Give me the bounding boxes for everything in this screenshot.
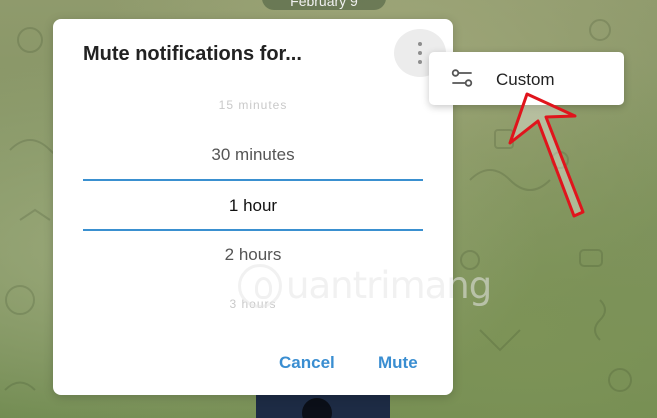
picker-option[interactable]: 15 minutes (83, 98, 423, 112)
watermark-text: uantrimang (286, 264, 492, 307)
selection-line-top (83, 179, 423, 181)
vertical-ellipsis-icon (418, 51, 422, 55)
menu-item-custom[interactable]: Custom (429, 52, 624, 105)
chat-date-pill: February 9 (262, 0, 386, 10)
watermark-logo-icon (238, 263, 282, 308)
mute-button[interactable]: Mute (378, 353, 418, 373)
chat-media-thumbnail[interactable] (256, 394, 390, 418)
menu-item-label: Custom (496, 70, 555, 89)
picker-option[interactable]: 30 minutes (83, 145, 423, 165)
mute-dialog: Mute notifications for... 15 minutes 30 … (53, 19, 453, 395)
picker-option-selected[interactable]: 1 hour (83, 196, 423, 216)
dialog-title: Mute notifications for... (83, 43, 302, 65)
vertical-ellipsis-icon (418, 42, 422, 46)
watermark: uantrimang (238, 262, 492, 312)
vertical-ellipsis-icon (418, 60, 422, 64)
cancel-button[interactable]: Cancel (279, 353, 335, 373)
context-menu: Custom (429, 52, 624, 105)
selection-line-bottom (83, 229, 423, 231)
sliders-icon (451, 69, 473, 87)
